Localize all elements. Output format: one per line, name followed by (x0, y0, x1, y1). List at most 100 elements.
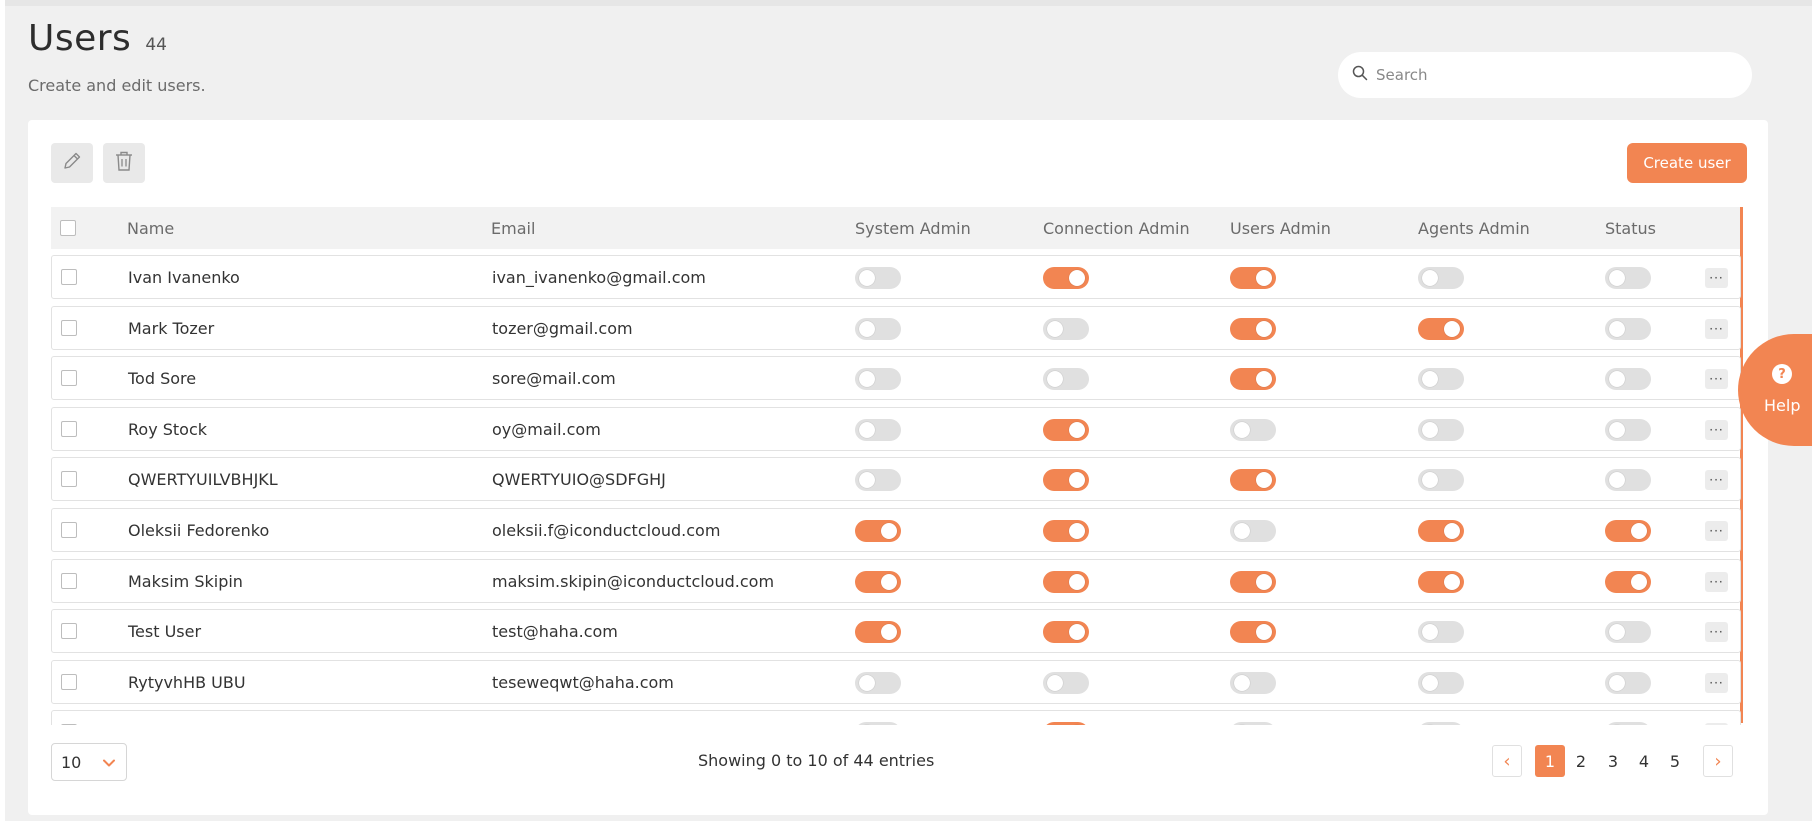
table-row[interactable]: Ivan Ivanenko ivan_ivanenko@gmail.com ··· (51, 255, 1741, 299)
row-checkbox[interactable] (61, 320, 77, 336)
table-row[interactable]: Tod Sore sore@mail.com ··· (51, 356, 1741, 400)
create-user-button[interactable]: Create user (1627, 143, 1747, 183)
more-options-icon[interactable]: ··· (1705, 470, 1728, 490)
column-header-system-admin[interactable]: System Admin (855, 219, 971, 238)
users-admin-toggle[interactable] (1230, 571, 1276, 593)
row-checkbox[interactable] (61, 370, 77, 386)
status-toggle[interactable] (1605, 621, 1651, 643)
table-row[interactable]: Roy Stock oy@mail.com ··· (51, 407, 1741, 451)
status-toggle[interactable] (1605, 722, 1651, 725)
connection-admin-toggle[interactable] (1043, 469, 1089, 491)
more-options-icon[interactable]: ··· (1705, 622, 1728, 642)
connection-admin-toggle[interactable] (1043, 520, 1089, 542)
connection-admin-toggle[interactable] (1043, 672, 1089, 694)
table-row[interactable]: RytyvhHB UBU teseweqwt@haha.com ··· (51, 660, 1741, 704)
delete-button[interactable] (103, 143, 145, 183)
system-admin-toggle[interactable] (855, 621, 901, 643)
more-options-icon[interactable]: ··· (1705, 521, 1728, 541)
search-box[interactable] (1338, 52, 1752, 98)
more-options-icon[interactable]: ··· (1705, 723, 1728, 725)
edit-button[interactable] (51, 143, 93, 183)
users-admin-toggle[interactable] (1230, 368, 1276, 390)
status-toggle[interactable] (1605, 571, 1651, 593)
system-admin-toggle[interactable] (855, 722, 901, 725)
connection-admin-toggle[interactable] (1043, 267, 1089, 289)
connection-admin-toggle[interactable] (1043, 419, 1089, 441)
users-admin-toggle[interactable] (1230, 267, 1276, 289)
column-header-connection-admin[interactable]: Connection Admin (1043, 219, 1190, 238)
agents-admin-toggle[interactable] (1418, 520, 1464, 542)
row-checkbox[interactable] (61, 269, 77, 285)
agents-admin-toggle[interactable] (1418, 368, 1464, 390)
agents-admin-toggle[interactable] (1418, 571, 1464, 593)
status-toggle[interactable] (1605, 419, 1651, 441)
users-admin-toggle[interactable] (1230, 419, 1276, 441)
system-admin-toggle[interactable] (855, 368, 901, 390)
page-button-5[interactable]: 5 (1660, 745, 1690, 777)
column-header-status[interactable]: Status (1605, 219, 1656, 238)
system-admin-toggle[interactable] (855, 318, 901, 340)
agents-admin-toggle[interactable] (1418, 621, 1464, 643)
next-page-button[interactable]: › (1703, 745, 1733, 777)
column-header-email[interactable]: Email (491, 219, 535, 238)
page-button-2[interactable]: 2 (1566, 745, 1596, 777)
more-options-icon[interactable]: ··· (1705, 572, 1728, 592)
more-options-icon[interactable]: ··· (1705, 673, 1728, 693)
more-options-icon[interactable]: ··· (1705, 420, 1728, 440)
agents-admin-toggle[interactable] (1418, 722, 1464, 725)
row-checkbox[interactable] (61, 674, 77, 690)
row-checkbox[interactable] (61, 471, 77, 487)
connection-admin-toggle[interactable] (1043, 318, 1089, 340)
status-toggle[interactable] (1605, 469, 1651, 491)
system-admin-toggle[interactable] (855, 672, 901, 694)
table-row[interactable]: Oleksii Fedorenko oleksii.f@iconductcloud… (51, 508, 1741, 552)
column-header-agents-admin[interactable]: Agents Admin (1418, 219, 1530, 238)
page-button-4[interactable]: 4 (1629, 745, 1659, 777)
agents-admin-toggle[interactable] (1418, 672, 1464, 694)
agents-admin-toggle[interactable] (1418, 267, 1464, 289)
users-admin-toggle[interactable] (1230, 520, 1276, 542)
status-toggle[interactable] (1605, 368, 1651, 390)
connection-admin-toggle[interactable] (1043, 621, 1089, 643)
agents-admin-toggle[interactable] (1418, 419, 1464, 441)
agents-admin-toggle[interactable] (1418, 469, 1464, 491)
agents-admin-toggle[interactable] (1418, 318, 1464, 340)
table-row[interactable]: Mark Tozer tozer@gmail.com ··· (51, 306, 1741, 350)
row-checkbox[interactable] (61, 421, 77, 437)
users-admin-toggle[interactable] (1230, 672, 1276, 694)
prev-page-button[interactable]: ‹ (1492, 745, 1522, 777)
connection-admin-toggle[interactable] (1043, 571, 1089, 593)
row-checkbox[interactable] (61, 573, 77, 589)
page-size-select[interactable]: 10 (51, 743, 127, 781)
users-admin-toggle[interactable] (1230, 621, 1276, 643)
more-options-icon[interactable]: ··· (1705, 319, 1728, 339)
system-admin-toggle[interactable] (855, 571, 901, 593)
status-toggle[interactable] (1605, 520, 1651, 542)
column-header-users-admin[interactable]: Users Admin (1230, 219, 1331, 238)
table-row[interactable]: Test User test@haha.com ··· (51, 609, 1741, 653)
status-toggle[interactable] (1605, 318, 1651, 340)
table-row[interactable]: QWERTYUILVBHJKL QWERTYUIO@SDFGHJ ··· (51, 457, 1741, 501)
page-button-3[interactable]: 3 (1598, 745, 1628, 777)
users-admin-toggle[interactable] (1230, 469, 1276, 491)
connection-admin-toggle[interactable] (1043, 722, 1089, 725)
system-admin-toggle[interactable] (855, 267, 901, 289)
users-admin-toggle[interactable] (1230, 318, 1276, 340)
more-options-icon[interactable]: ··· (1705, 369, 1728, 389)
system-admin-toggle[interactable] (855, 469, 901, 491)
system-admin-toggle[interactable] (855, 520, 901, 542)
connection-admin-toggle[interactable] (1043, 368, 1089, 390)
column-header-name[interactable]: Name (127, 219, 174, 238)
row-checkbox[interactable] (61, 623, 77, 639)
status-toggle[interactable] (1605, 672, 1651, 694)
page-button-1[interactable]: 1 (1535, 745, 1565, 777)
row-checkbox[interactable] (61, 522, 77, 538)
table-row[interactable]: ··· (51, 710, 1741, 725)
system-admin-toggle[interactable] (855, 419, 901, 441)
more-options-icon[interactable]: ··· (1705, 268, 1728, 288)
status-toggle[interactable] (1605, 267, 1651, 289)
search-input[interactable] (1376, 66, 1736, 84)
row-checkbox[interactable] (61, 724, 77, 725)
users-admin-toggle[interactable] (1230, 722, 1276, 725)
table-row[interactable]: Maksim Skipin maksim.skipin@iconductcloud… (51, 559, 1741, 603)
